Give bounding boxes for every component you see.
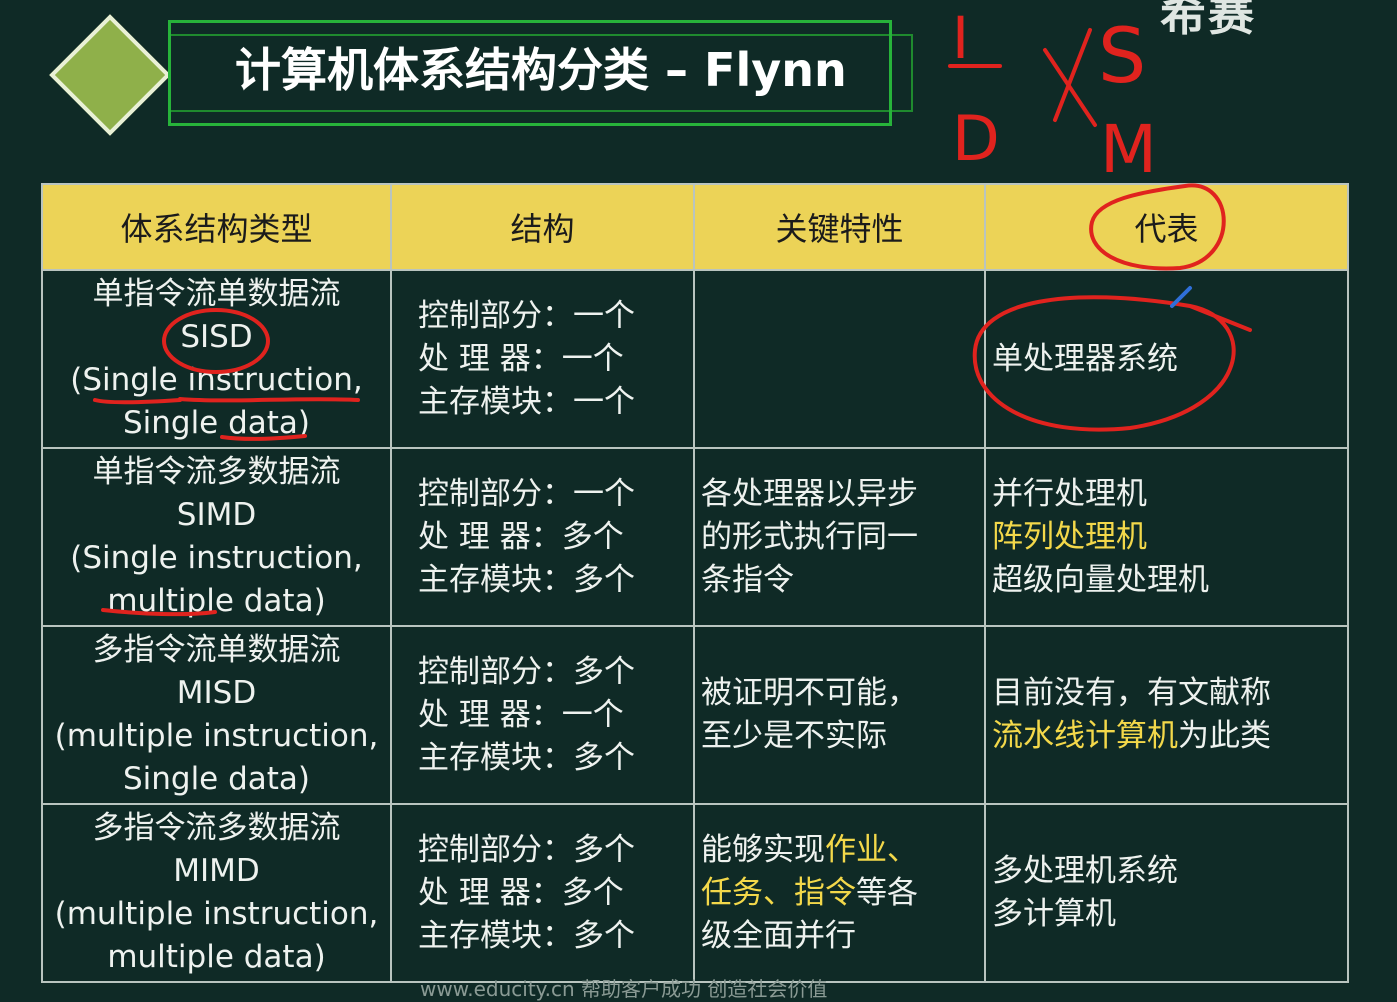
representative-cell: 目前没有，有文献称 流水线计算机为此类: [984, 625, 1349, 805]
table-row: 多指令流多数据流 MIMD (multiple instruction, mul…: [41, 803, 1349, 983]
annotation-letter-m: M: [1100, 111, 1157, 188]
struct-line: 主存模块：多个: [418, 917, 635, 954]
type-en: (Single instruction,: [70, 362, 363, 398]
table-row: 单指令流单数据流 SISD (Single instruction, Singl…: [41, 269, 1349, 449]
footer-slogan: www.educity.cn 帮助客户成功 创造社会价值: [420, 977, 828, 1001]
feature-cell: 各处理器以异步 的形式执行同一 条指令: [693, 447, 986, 627]
struct-line: 主存模块：多个: [418, 739, 635, 776]
rep-text: 为此类: [1178, 718, 1271, 754]
type-cell: 多指令流单数据流 MISD (multiple instruction, Sin…: [41, 625, 392, 805]
header-feature: 关键特性: [693, 183, 986, 271]
structure-cell: 控制部分：一个 处 理 器：一个 主存模块：一个: [390, 269, 695, 449]
type-cell: 单指令流多数据流 SIMD (Single instruction, multi…: [41, 447, 392, 627]
struct-line: 控制部分：多个: [418, 831, 635, 868]
rep-line: 单处理器系统: [992, 340, 1178, 377]
structure-cell: 控制部分：一个 处 理 器：多个 主存模块：多个: [390, 447, 695, 627]
type-abbr: SISD: [180, 319, 253, 355]
rep-highlight: 流水线计算机: [992, 718, 1178, 754]
feature-cell: 被证明不可能， 至少是不实际: [693, 625, 986, 805]
annotation-x-stroke-2: [1053, 28, 1092, 122]
feature-line: 级全面并行: [701, 917, 856, 954]
struct-line: 主存模块：多个: [418, 561, 635, 598]
representative-cell: 单处理器系统: [984, 269, 1349, 449]
brand-logo: 希赛: [1160, 0, 1256, 41]
annotation-x-stroke-1: [1043, 48, 1097, 127]
rep-line: 并行处理机: [992, 475, 1147, 512]
annotation-letter-i: I: [952, 4, 969, 72]
struct-line: 处 理 器：一个: [418, 696, 624, 733]
rep-line: 目前没有，有文献称: [992, 675, 1271, 711]
type-cn: 多指令流多数据流: [92, 810, 341, 846]
flynn-table: 体系结构类型 结构 关键特性 代表 单指令流单数据流 SISD (Single …: [41, 183, 1349, 983]
feature-line: 的形式执行同一: [701, 518, 918, 555]
table-row: 单指令流多数据流 SIMD (Single instruction, multi…: [41, 447, 1349, 627]
feature-line: 能够实现作业、: [701, 829, 983, 872]
type-en: (multiple instruction,: [54, 896, 379, 932]
struct-line: 控制部分：一个: [418, 297, 635, 334]
type-en: Single data): [122, 405, 311, 441]
structure-cell: 控制部分：多个 处 理 器：一个 主存模块：多个: [390, 625, 695, 805]
struct-line: 处 理 器：多个: [418, 874, 624, 911]
rep-line: 多计算机: [992, 896, 1116, 932]
feature-text: 能够实现: [701, 831, 825, 868]
type-cn: 多指令流单数据流: [92, 632, 341, 668]
struct-line: 处 理 器：一个: [418, 340, 624, 377]
type-cn: 单指令流多数据流: [92, 454, 341, 490]
feature-line: 各处理器以异步: [701, 475, 918, 512]
structure-cell: 控制部分：多个 处 理 器：多个 主存模块：多个: [390, 803, 695, 983]
type-abbr: MIMD: [173, 853, 260, 889]
type-en: multiple data): [107, 939, 326, 975]
representative-cell: 多处理机系统 多计算机: [984, 803, 1349, 983]
rep-line: 流水线计算机为此类: [992, 715, 1346, 758]
type-cn: 单指令流单数据流: [92, 276, 341, 312]
header-type: 体系结构类型: [41, 183, 392, 271]
struct-line: 控制部分：多个: [418, 653, 635, 690]
type-en: (multiple instruction,: [54, 718, 379, 754]
rep-line: 超级向量处理机: [992, 561, 1209, 598]
header-representative: 代表: [984, 183, 1349, 271]
type-cell: 多指令流多数据流 MIMD (multiple instruction, mul…: [41, 803, 392, 983]
representative-cell: 并行处理机 阵列处理机 超级向量处理机: [984, 447, 1349, 627]
rep-line: 多处理机系统: [992, 853, 1178, 889]
type-cell: 单指令流单数据流 SISD (Single instruction, Singl…: [41, 269, 392, 449]
type-abbr: MISD: [176, 675, 257, 711]
slide-title: 计算机体系结构分类 – Flynn: [235, 43, 847, 97]
annotation-letter-d: D: [952, 102, 1000, 175]
feature-cell: [693, 269, 986, 449]
type-en: Single data): [122, 761, 311, 797]
struct-line: 控制部分：一个: [418, 475, 635, 512]
type-en: (Single instruction,: [70, 540, 363, 576]
feature-line: 任务、指令等各: [701, 872, 983, 915]
header-structure: 结构: [390, 183, 695, 271]
table-row: 多指令流单数据流 MISD (multiple instruction, Sin…: [41, 625, 1349, 805]
feature-line: 至少是不实际: [701, 718, 887, 754]
struct-line: 主存模块：一个: [418, 383, 635, 420]
feature-line: 被证明不可能，: [701, 675, 918, 711]
feature-highlight: 作业、: [825, 831, 918, 868]
decorative-diamond-icon: [49, 14, 171, 136]
type-abbr: SIMD: [176, 497, 257, 533]
feature-text: 等各: [856, 874, 918, 911]
annotation-letter-s: S: [1098, 11, 1146, 100]
feature-line: 条指令: [701, 561, 794, 598]
feature-cell: 能够实现作业、 任务、指令等各 级全面并行: [693, 803, 986, 983]
rep-line-highlight: 阵列处理机: [992, 518, 1147, 555]
struct-line: 处 理 器：多个: [418, 518, 624, 555]
feature-highlight: 任务、指令: [701, 874, 856, 911]
type-en: multiple data): [107, 583, 326, 619]
header-row: 体系结构类型 结构 关键特性 代表: [41, 183, 1349, 271]
